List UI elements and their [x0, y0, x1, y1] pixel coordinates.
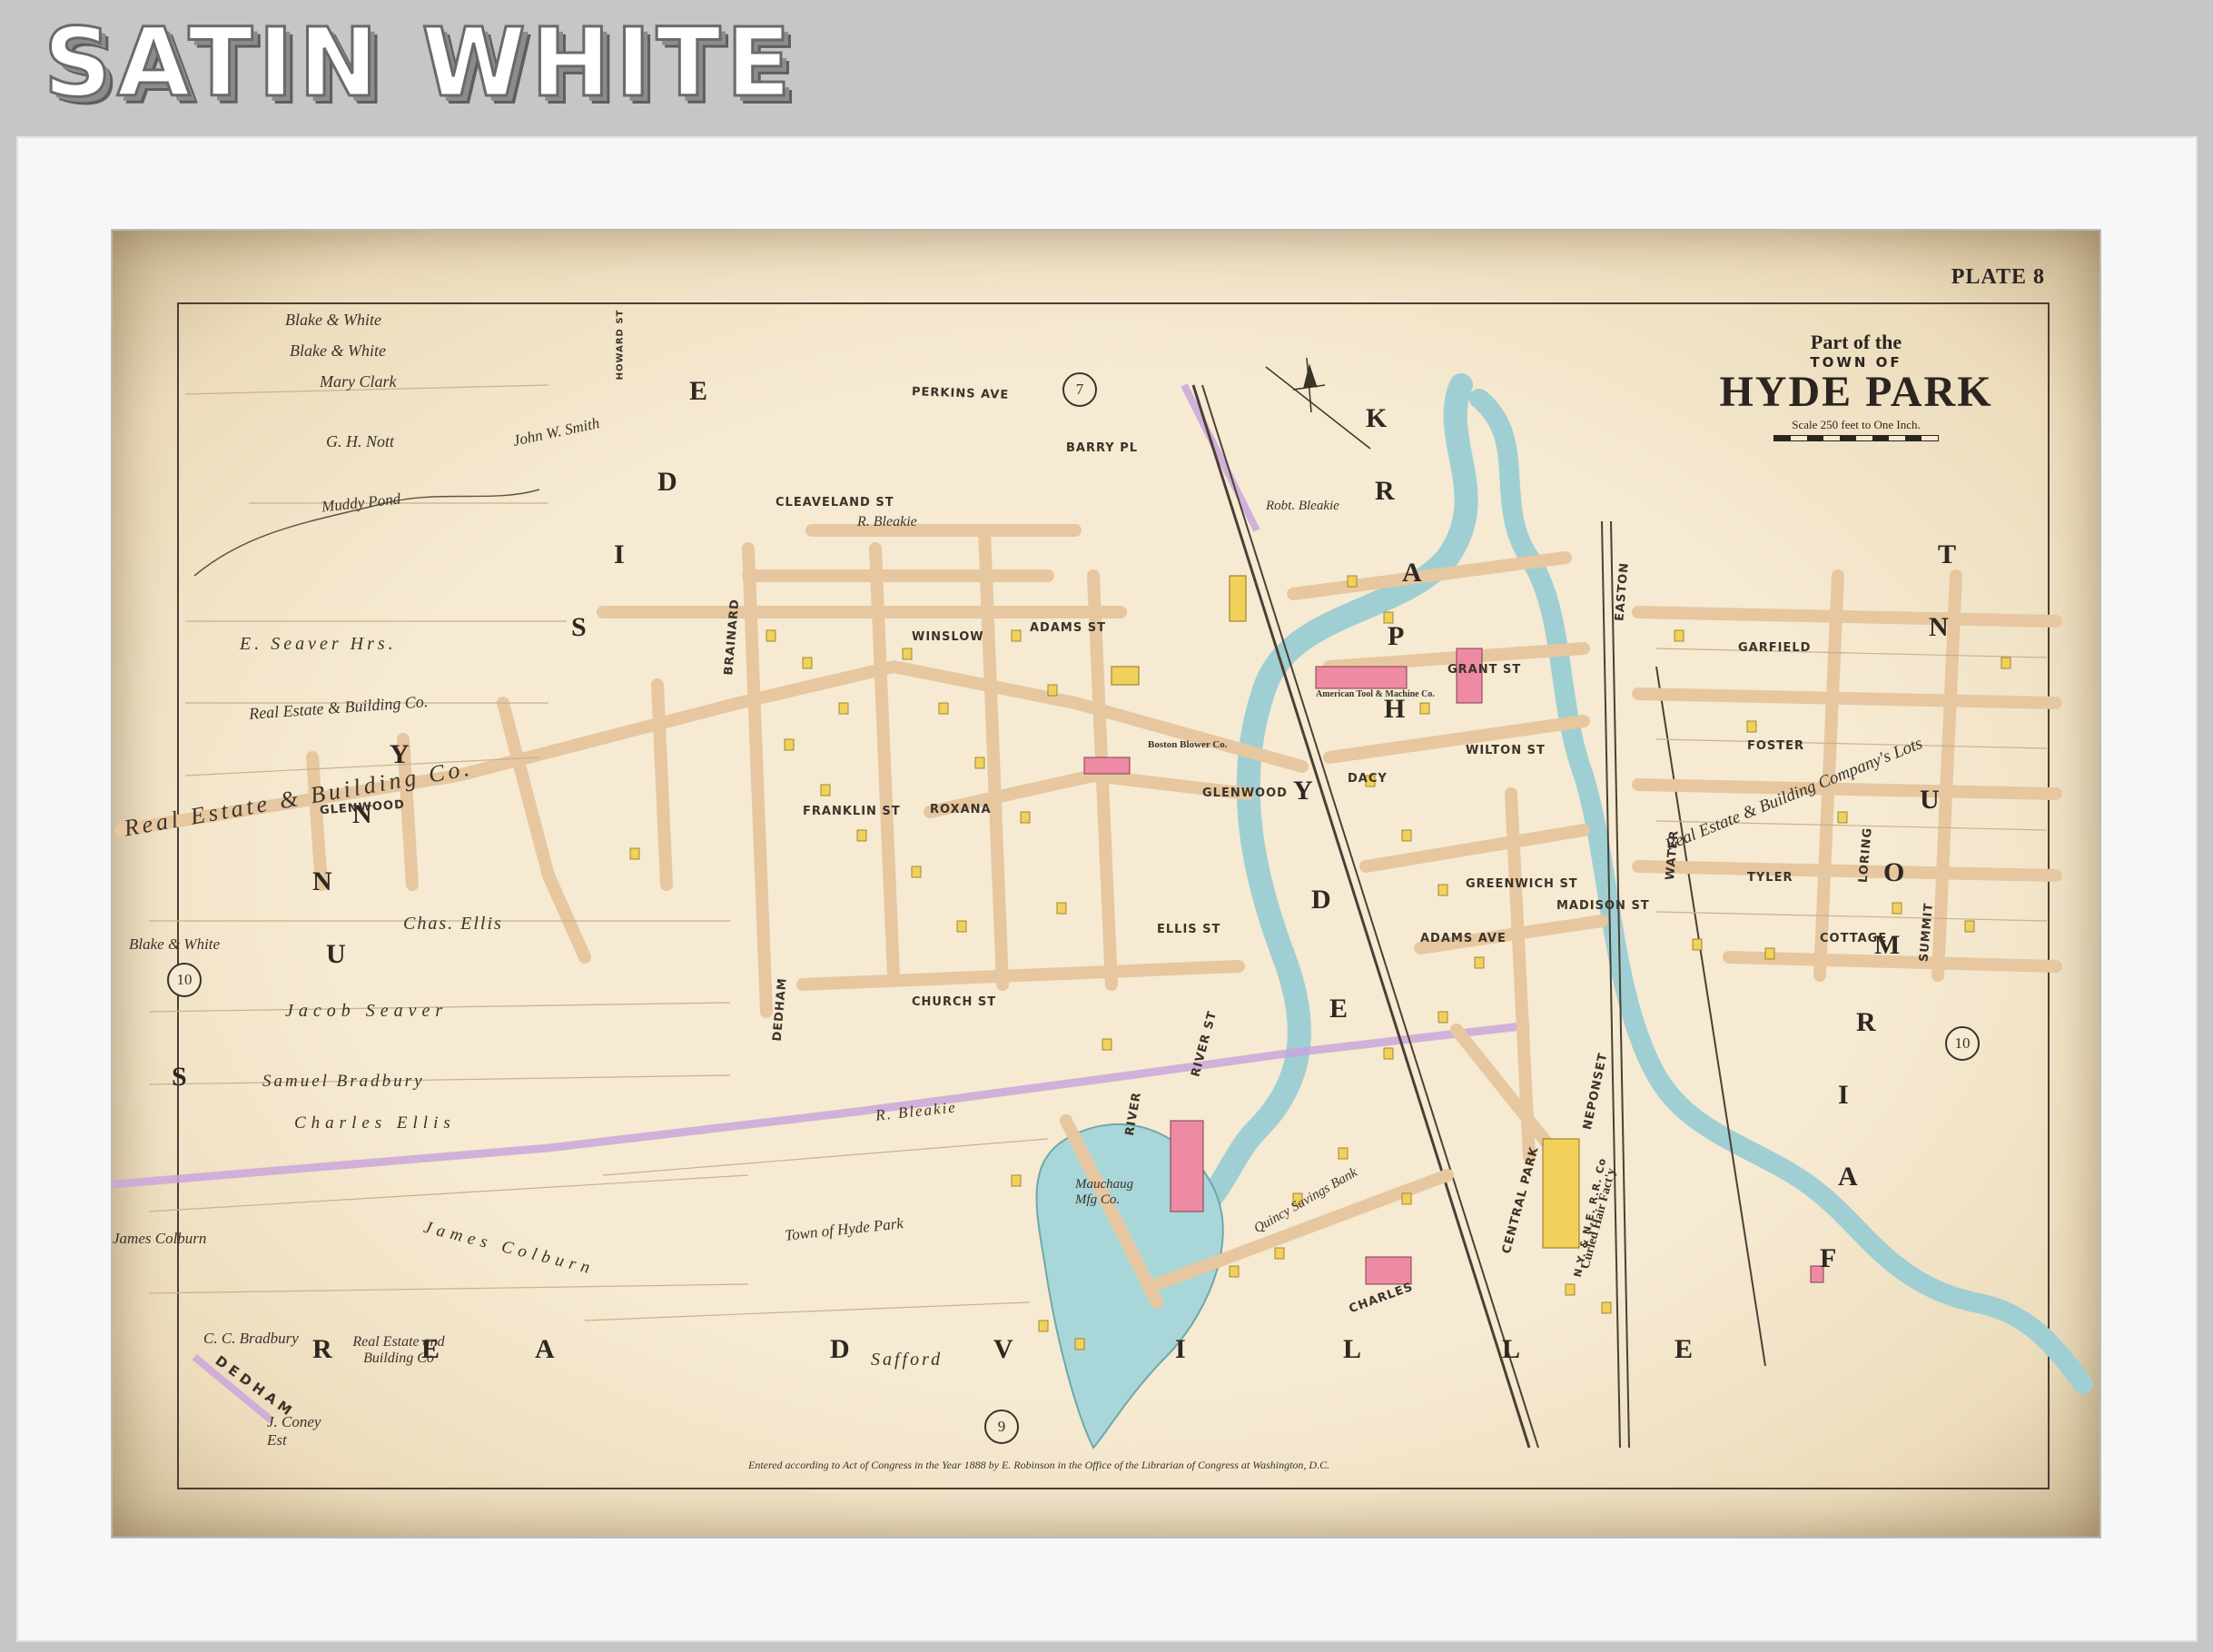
district-letter: R: [1375, 476, 1397, 506]
street-label: TYLER: [1747, 871, 1793, 885]
district-letter: E: [421, 1334, 442, 1364]
district-letter: R: [1856, 1007, 1878, 1037]
street-label: FOSTER: [1747, 739, 1805, 753]
street-label: ADAMS ST: [1030, 621, 1106, 635]
district-letter: U: [1920, 785, 1941, 815]
street-label: BARRY PL: [1066, 441, 1139, 455]
street-label: WILTON ST: [1466, 744, 1546, 757]
street-label: GRANT ST: [1447, 663, 1522, 677]
owner-label: Robt. Bleakie: [1266, 499, 1339, 513]
district-letter: H: [1384, 694, 1408, 724]
street-label: CLEAVELAND ST: [776, 496, 894, 509]
owner-label: J. Coney Est: [267, 1413, 321, 1449]
street-label: GLENWOOD: [1202, 786, 1288, 800]
district-letter: S: [571, 612, 588, 642]
owner-label: Mary Clark: [320, 372, 397, 391]
district-letter: N: [1929, 612, 1951, 642]
street-label: ROXANA: [930, 803, 992, 816]
street-label: COTTAGE: [1820, 932, 1888, 945]
owner-label: Blake & White: [129, 935, 221, 953]
railroad-new-york: [1655, 666, 1766, 1367]
street-label: WINSLOW: [912, 630, 984, 644]
district-letter: D: [1311, 885, 1333, 915]
plate-ref-circle: 7: [1062, 372, 1097, 407]
district-letter: U: [326, 939, 348, 969]
title-town-name: HYDE PARK: [1719, 368, 1993, 416]
owner-label: Chas. Ellis: [403, 914, 503, 934]
town-boundary: [113, 1021, 1530, 1189]
owner-label: Samuel Bradbury: [262, 1072, 425, 1091]
owner-label: C. C. Bradbury: [203, 1330, 299, 1347]
street-label: HOWARD ST: [615, 309, 626, 381]
map-title-block: Part of the TOWN OF HYDE PARK Scale 250 …: [1647, 331, 2065, 441]
district-letter: Y: [390, 739, 411, 769]
district-letter: I: [1175, 1334, 1188, 1364]
district-letter: A: [1838, 1162, 1860, 1192]
street-label: FRANKLIN ST: [803, 805, 901, 818]
district-letter: Y: [1293, 776, 1315, 806]
street-label: CHURCH ST: [912, 995, 997, 1009]
district-letter: A: [1402, 558, 1424, 588]
owner-label: Safford: [871, 1350, 943, 1370]
district-letter: T: [1938, 539, 1959, 569]
street-label: MADISON ST: [1556, 899, 1650, 913]
district-letter: I: [1838, 1080, 1851, 1110]
railroad-providence: [1191, 384, 1531, 1449]
district-letter: O: [1883, 857, 1907, 887]
district-letter: L: [1502, 1334, 1523, 1364]
plate-ref-circle: 9: [984, 1410, 1019, 1444]
district-letter: K: [1366, 403, 1389, 433]
map-print: PLATE 8 Part of the TOWN OF HYDE PARK Sc…: [113, 231, 2099, 1537]
owner-label: Blake & White: [285, 311, 381, 329]
street-label: GREENWICH ST: [1466, 877, 1578, 891]
owner-label: American Tool & Machine Co.: [1316, 689, 1435, 699]
owner-label: Charles Ellis: [294, 1113, 456, 1133]
owner-label: Jacob Seaver: [285, 1001, 449, 1021]
district-letter: V: [993, 1334, 1015, 1364]
district-letter: D: [830, 1334, 852, 1364]
title-part-of: Part of the: [1810, 331, 1902, 353]
district-letter: L: [1343, 1334, 1364, 1364]
street-label: DACY: [1348, 772, 1388, 786]
owner-label: Boston Blower Co.: [1148, 739, 1228, 750]
district-letter: A: [535, 1334, 557, 1364]
owner-label: E. Seaver Hrs.: [240, 634, 397, 654]
header-title: SATIN WHITE: [43, 6, 796, 120]
owner-label: Mauchaug Mfg Co.: [1075, 1177, 1134, 1207]
title-scale: Scale 250 feet to One Inch.: [1792, 418, 1921, 431]
district-letter: N: [312, 866, 334, 896]
owner-label: G. H. Nott: [326, 432, 395, 450]
district-letter: R: [312, 1334, 334, 1364]
street-label: ELLIS ST: [1157, 923, 1221, 936]
copyright-note: Entered according to Act of Congress in …: [748, 1459, 1330, 1471]
district-letter: E: [1675, 1334, 1695, 1364]
owner-label: Blake & White: [290, 341, 386, 360]
district-letter: S: [172, 1062, 189, 1092]
owner-label: R. Bleakie: [857, 514, 917, 529]
plate-ref-circle: 10: [167, 963, 202, 997]
compass-rose: [1265, 357, 1371, 450]
plate-ref-circle: 10: [1945, 1026, 1980, 1061]
street-label: GARFIELD: [1738, 641, 1812, 655]
town-boundary-north: [1181, 383, 1260, 532]
district-letter: E: [1329, 994, 1350, 1024]
district-letter: F: [1820, 1243, 1839, 1273]
owner-label: James Colburn: [113, 1230, 207, 1247]
scale-bar: [1773, 435, 1939, 441]
district-letter: E: [689, 376, 710, 406]
railroad-providence-track: [1201, 384, 1539, 1449]
district-letter: P: [1388, 621, 1407, 651]
street-label: ADAMS AVE: [1420, 932, 1507, 945]
district-letter: I: [614, 539, 627, 569]
plate-number: PLATE 8: [1951, 265, 2045, 289]
district-letter: D: [657, 467, 679, 497]
